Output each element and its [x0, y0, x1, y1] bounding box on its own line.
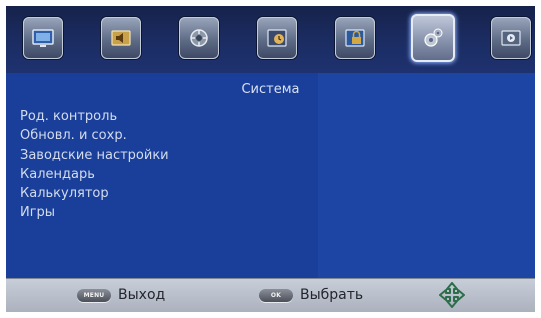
picture-icon: [32, 29, 54, 47]
dpad-icon: [439, 282, 465, 308]
menu-panel: Система Род. контроль Обновл. и сохр. За…: [6, 73, 535, 278]
sound-icon: [111, 30, 131, 46]
menu-item-factory-reset[interactable]: Заводские настройки: [20, 146, 169, 165]
time-icon: [267, 29, 287, 47]
tab-time[interactable]: [257, 17, 297, 59]
preview-area: [318, 73, 535, 278]
tab-lock[interactable]: [335, 17, 375, 59]
menu-item-calculator[interactable]: Калькулятор: [20, 184, 169, 203]
channel-icon: [190, 29, 208, 47]
media-icon: [501, 30, 521, 46]
menu-item-calendar[interactable]: Календарь: [20, 165, 169, 184]
lock-icon: [345, 29, 365, 47]
menu-item-parental-control[interactable]: Род. контроль: [20, 107, 169, 126]
menu-key-icon: MENU: [77, 288, 111, 302]
tv-osd-screen: Система Род. контроль Обновл. и сохр. За…: [6, 6, 535, 312]
menu-item-games[interactable]: Игры: [20, 203, 169, 222]
tab-bar: [6, 6, 535, 73]
system-icon: [424, 28, 443, 47]
ok-key-icon: OK: [259, 288, 293, 302]
tab-picture[interactable]: [23, 17, 63, 59]
tab-sound[interactable]: [101, 17, 141, 59]
menu-list: Род. контроль Обновл. и сохр. Заводские …: [20, 107, 169, 223]
tab-media[interactable]: [491, 17, 531, 59]
select-label: Выбрать: [300, 287, 364, 303]
exit-hint[interactable]: MENU Выход: [77, 287, 165, 303]
exit-label: Выход: [118, 287, 166, 303]
tab-channel[interactable]: [179, 17, 219, 59]
footer-hints: MENU Выход OK Выбрать: [6, 278, 535, 312]
select-hint[interactable]: OK Выбрать: [259, 287, 363, 303]
section-title: Система: [241, 82, 300, 97]
tab-system[interactable]: [411, 14, 455, 62]
menu-item-update-save[interactable]: Обновл. и сохр.: [20, 126, 169, 145]
